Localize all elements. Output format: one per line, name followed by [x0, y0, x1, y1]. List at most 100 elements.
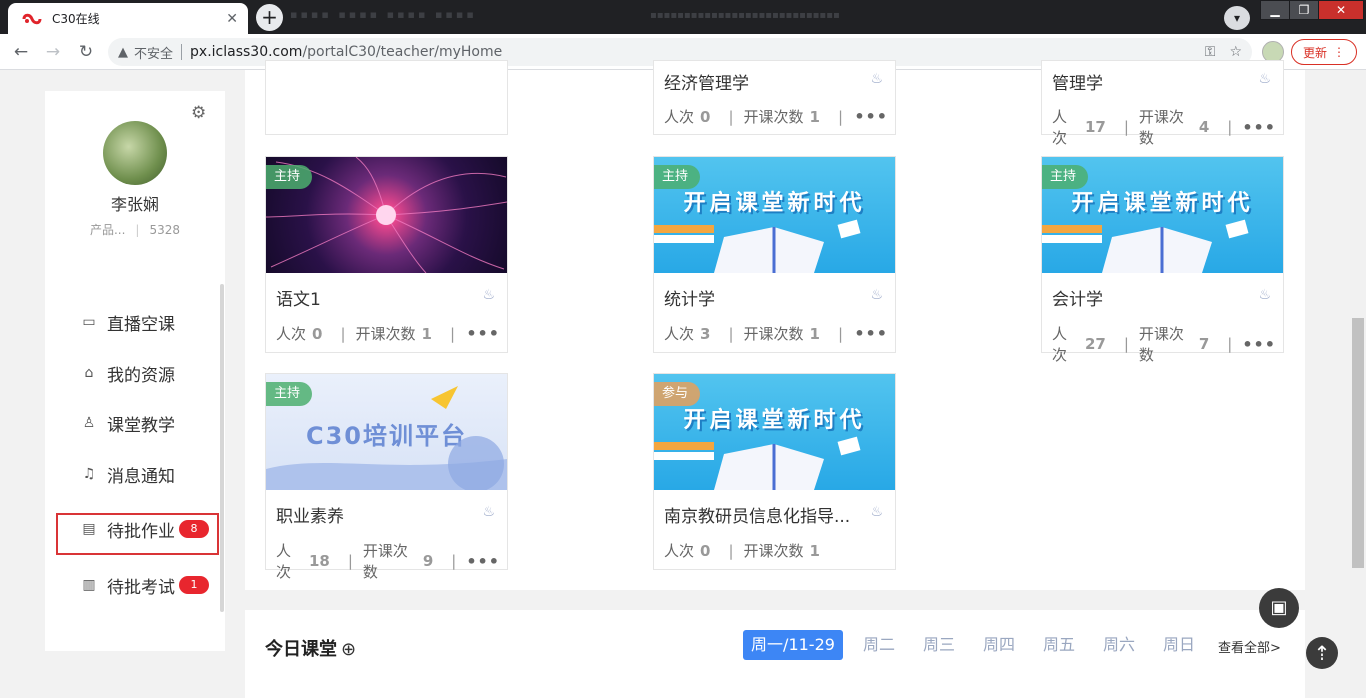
more-options-icon[interactable]: ••• — [466, 552, 500, 571]
tab-thursday[interactable]: 周四 — [975, 630, 1023, 660]
more-options-icon[interactable]: ••• — [466, 324, 500, 343]
banner-text: 开启课堂新时代 — [683, 191, 866, 216]
sidebar-item-messages[interactable]: ♫ 消息通知 — [79, 459, 175, 489]
course-title: 南京教研员信息化指导... — [664, 507, 851, 527]
fire-icon: ♨ — [1258, 287, 1271, 303]
book-graphic — [654, 436, 861, 490]
host-tag: 主持 — [266, 165, 313, 189]
forward-button[interactable]: → — [42, 41, 64, 63]
page-scrollbar-thumb[interactable] — [1352, 318, 1364, 568]
more-options-icon[interactable]: ••• — [854, 324, 888, 343]
more-options-icon[interactable]: ••• — [1242, 335, 1276, 354]
book-icon[interactable]: ▣ — [1259, 588, 1299, 628]
sidebar-scrollbar[interactable] — [220, 284, 224, 612]
tab-wednesday[interactable]: 周三 — [915, 630, 963, 660]
course-cover-image: C30培训平台 主持 — [266, 374, 507, 490]
course-title: 管理学 — [1052, 74, 1103, 94]
sidebar-item-label: 待批考试 — [107, 577, 175, 598]
tab-search-icon[interactable]: ▾ — [1224, 6, 1250, 30]
reload-button[interactable]: ↻ — [75, 41, 97, 63]
course-card[interactable]: 开启课堂新时代 主持 会计学 ♨ 人次 27 | 开课次数 7 | ••• — [1041, 156, 1284, 364]
course-card-empty[interactable] — [265, 60, 508, 135]
course-stats: 人次 0 | 开课次数 1 | ••• — [664, 107, 888, 126]
fire-icon: ♨ — [870, 287, 883, 303]
course-card[interactable]: 开启课堂新时代 主持 统计学 ♨ 人次 3 | 开课次数 1 | ••• — [653, 156, 896, 353]
course-card[interactable]: C30培训平台 主持 职业素养 ♨ 人次 18 | 开课次数 9 | ••• — [265, 373, 508, 581]
course-card[interactable]: 开启课堂新时代 参与 南京教研员信息化指导... ♨ 人次 0 | 开课次数 1 — [653, 373, 896, 570]
host-tag: 主持 — [654, 165, 701, 189]
maximize-window-button[interactable]: ❐ — [1289, 0, 1319, 20]
course-card[interactable]: 管理学 ♨ 人次 17 | 开课次数 4 | ••• — [1041, 60, 1284, 147]
exam-icon: ▥ — [82, 577, 96, 593]
back-button[interactable]: ← — [10, 41, 32, 63]
gear-icon[interactable]: ⚙ — [191, 103, 206, 123]
browser-tab-bar: C30在线 ✕ + ▪▪▪▪ ▪▪▪▪ ▪▪▪▪ ▪▪▪▪ ▪▪▪▪▪▪▪▪▪▪… — [0, 0, 1366, 34]
host-tag: 主持 — [1042, 165, 1089, 189]
sidebar-item-live-class[interactable]: ▭ 直播空课 — [79, 307, 175, 337]
teacher-icon: ♙ — [82, 415, 96, 431]
course-cover-image: 主持 — [266, 157, 507, 273]
fire-icon: ♨ — [482, 287, 495, 303]
blurred-window-title: ▪▪▪▪▪▪▪▪▪▪▪▪▪▪▪▪▪▪▪▪▪▪▪▪▪▪▪▪ — [650, 10, 840, 21]
new-tab-button[interactable]: + — [256, 4, 283, 31]
homework-highlight-box — [56, 513, 219, 555]
course-title: 经济管理学 — [664, 74, 749, 94]
back-to-top-icon[interactable]: ⇡ — [1306, 637, 1338, 669]
exam-count-badge: 1 — [179, 576, 209, 594]
update-label: 更新 — [1302, 45, 1327, 60]
warning-icon: ▲ — [118, 44, 128, 60]
more-vert-icon: ⋮ — [1333, 45, 1345, 59]
insecure-label: 不安全 — [134, 46, 174, 62]
minimize-window-button[interactable]: ▁ — [1260, 0, 1290, 20]
course-stats: 人次 18 | 开课次数 9 | ••• — [276, 542, 500, 581]
address-divider — [181, 44, 183, 60]
course-card[interactable]: 主持 语文1 ♨ 人次 0 | 开课次数 1 | ••• — [265, 156, 508, 353]
bookmark-star-icon[interactable]: ☆ — [1229, 44, 1242, 60]
tab-saturday[interactable]: 周六 — [1095, 630, 1143, 660]
book-graphic — [1042, 219, 1249, 273]
close-window-button[interactable]: ✕ — [1318, 0, 1364, 20]
url-text[interactable]: px.iclass30.com/portalC30/teacher/myHome — [190, 44, 1191, 60]
view-all-link[interactable]: 查看全部> — [1218, 637, 1281, 656]
course-stats: 人次 17 | 开课次数 4 | ••• — [1052, 108, 1276, 147]
sidebar-item-resources[interactable]: ⌂ 我的资源 — [79, 358, 175, 388]
host-tag: 主持 — [266, 382, 313, 406]
add-circle-icon[interactable]: ⊕ — [341, 639, 356, 660]
participant-tag: 参与 — [654, 382, 701, 406]
sidebar-item-label: 课堂教学 — [107, 415, 175, 436]
more-options-icon[interactable]: ••• — [1242, 118, 1276, 137]
sidebar-item-classroom[interactable]: ♙ 课堂教学 — [79, 408, 175, 438]
banner-text: 开启课堂新时代 — [1071, 191, 1254, 216]
course-title: 会计学 — [1052, 290, 1103, 310]
blurred-tabs: ▪▪▪▪ ▪▪▪▪ ▪▪▪▪ ▪▪▪▪ — [290, 8, 477, 21]
fire-icon: ♨ — [1258, 71, 1271, 87]
sidebar-item-exams[interactable]: ▥ 待批考试 1 — [79, 570, 209, 600]
tab-friday[interactable]: 周五 — [1035, 630, 1083, 660]
course-stats: 人次 0 | 开课次数 1 — [664, 541, 820, 561]
c30-logo-icon — [22, 13, 42, 24]
monitor-icon: ▭ — [82, 314, 96, 330]
box-icon: ⌂ — [84, 365, 94, 381]
browser-tab[interactable]: C30在线 ✕ — [8, 3, 248, 34]
course-stats: 人次 0 | 开课次数 1 | ••• — [276, 324, 500, 343]
course-panel: 经济管理学 ♨ 人次 0 | 开课次数 1 | ••• 管理学 ♨ 人次 17 | 开课次数… — [245, 60, 1305, 590]
key-icon[interactable]: ⚿ — [1205, 44, 1216, 60]
update-button[interactable]: 更新 ⋮ — [1291, 39, 1357, 65]
fire-icon: ♨ — [870, 504, 883, 520]
tab-tuesday[interactable]: 周二 — [855, 630, 903, 660]
user-name: 李张娴 — [110, 195, 159, 214]
fire-icon: ♨ — [870, 71, 883, 87]
course-card[interactable]: 经济管理学 ♨ 人次 0 | 开课次数 1 | ••• — [653, 60, 896, 135]
tab-sunday[interactable]: 周日 — [1155, 630, 1203, 660]
course-cover-image: 开启课堂新时代 参与 — [654, 374, 895, 490]
book-graphic — [654, 219, 861, 273]
more-options-icon[interactable]: ••• — [854, 107, 888, 126]
today-classes-panel: 今日课堂 ⊕ 周一/11-29 周二 周三 周四 周五 周六 周日 查看全部> — [245, 610, 1305, 698]
close-tab-icon[interactable]: ✕ — [226, 11, 238, 27]
sidebar-item-label: 消息通知 — [107, 466, 175, 487]
sidebar-item-label: 直播空课 — [107, 314, 175, 335]
course-stats: 人次 3 | 开课次数 1 | ••• — [664, 324, 888, 343]
tab-monday[interactable]: 周一/11-29 — [743, 630, 843, 660]
user-sidebar: ⚙ 李张娴 产品... | 5328 ▭ 直播空课 ⌂ 我的资源 ♙ 课堂教学 ♫ … — [45, 91, 225, 651]
avatar[interactable] — [103, 121, 167, 185]
